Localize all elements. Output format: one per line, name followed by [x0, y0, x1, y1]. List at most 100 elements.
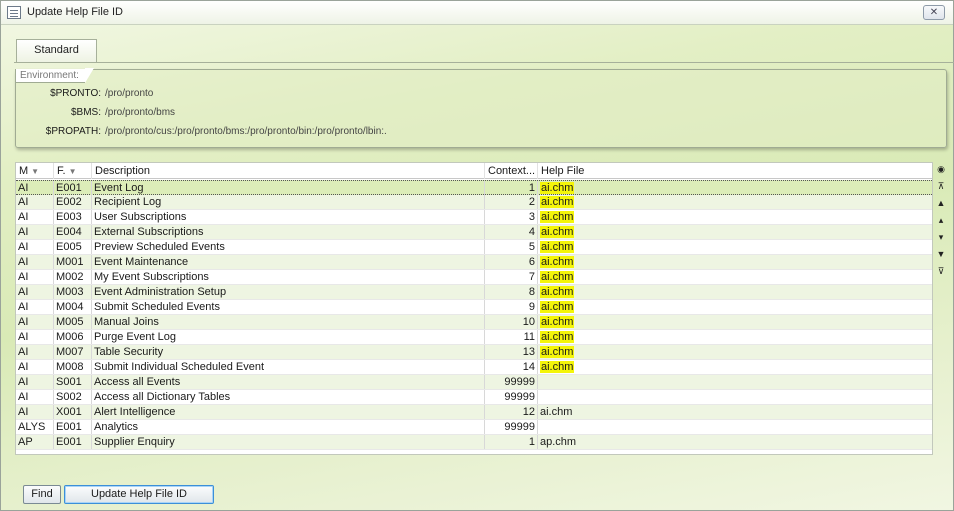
- function-cell[interactable]: S002: [54, 390, 92, 404]
- context-cell[interactable]: 10: [485, 315, 538, 329]
- module-cell[interactable]: AI: [16, 240, 54, 254]
- context-cell[interactable]: 3: [485, 210, 538, 224]
- function-cell[interactable]: M007: [54, 345, 92, 359]
- line-down-icon[interactable]: ▾: [934, 230, 948, 245]
- context-cell[interactable]: 12: [485, 405, 538, 419]
- context-cell[interactable]: 5: [485, 240, 538, 254]
- help-file-cell[interactable]: ai.chm: [538, 330, 932, 344]
- description-cell[interactable]: Supplier Enquiry: [92, 435, 485, 449]
- module-cell[interactable]: AI: [16, 195, 54, 209]
- function-cell[interactable]: M006: [54, 330, 92, 344]
- tab-standard[interactable]: Standard: [16, 39, 97, 62]
- module-cell[interactable]: AI: [16, 285, 54, 299]
- table-row[interactable]: AI E003 User Subscriptions 3 ai.chm: [16, 210, 932, 225]
- table-row[interactable]: AI M008 Submit Individual Scheduled Event 1…: [16, 360, 932, 375]
- description-cell[interactable]: Preview Scheduled Events: [92, 240, 485, 254]
- context-cell[interactable]: 99999: [485, 390, 538, 404]
- help-file-cell[interactable]: [538, 375, 932, 389]
- function-cell[interactable]: X001: [54, 405, 92, 419]
- function-cell[interactable]: E001: [54, 181, 92, 195]
- function-cell[interactable]: M005: [54, 315, 92, 329]
- description-cell[interactable]: Purge Event Log: [92, 330, 485, 344]
- module-cell[interactable]: AI: [16, 330, 54, 344]
- description-cell[interactable]: User Subscriptions: [92, 210, 485, 224]
- page-down-icon[interactable]: ▼: [934, 247, 948, 262]
- description-cell[interactable]: Manual Joins: [92, 315, 485, 329]
- table-row[interactable]: AI E001 Event Log 1 ai.chm: [16, 180, 932, 195]
- line-up-icon[interactable]: ▴: [934, 213, 948, 228]
- description-cell[interactable]: Submit Scheduled Events: [92, 300, 485, 314]
- module-cell[interactable]: AI: [16, 181, 54, 195]
- function-cell[interactable]: E004: [54, 225, 92, 239]
- module-cell[interactable]: AP: [16, 435, 54, 449]
- help-file-cell[interactable]: ai.chm: [538, 345, 932, 359]
- help-file-cell[interactable]: [538, 420, 932, 434]
- column-header-function[interactable]: F. ▼: [54, 163, 92, 179]
- description-cell[interactable]: Table Security: [92, 345, 485, 359]
- help-file-cell[interactable]: ap.chm: [538, 435, 932, 449]
- help-file-cell[interactable]: ai.chm: [538, 225, 932, 239]
- help-file-cell[interactable]: [538, 390, 932, 404]
- help-file-cell[interactable]: ai.chm: [538, 270, 932, 284]
- function-cell[interactable]: M003: [54, 285, 92, 299]
- table-row[interactable]: ALYS E001 Analytics 99999: [16, 420, 932, 435]
- context-cell[interactable]: 11: [485, 330, 538, 344]
- function-cell[interactable]: E001: [54, 435, 92, 449]
- function-cell[interactable]: E001: [54, 420, 92, 434]
- column-header-module[interactable]: M ▼: [16, 163, 54, 179]
- help-file-cell[interactable]: ai.chm: [538, 255, 932, 269]
- table-row[interactable]: AI M004 Submit Scheduled Events 9 ai.chm: [16, 300, 932, 315]
- help-file-cell[interactable]: ai.chm: [538, 315, 932, 329]
- context-cell[interactable]: 2: [485, 195, 538, 209]
- context-cell[interactable]: 99999: [485, 420, 538, 434]
- table-row[interactable]: AI E002 Recipient Log 2 ai.chm: [16, 195, 932, 210]
- table-row[interactable]: AI M003 Event Administration Setup 8 ai.chm: [16, 285, 932, 300]
- column-header-context[interactable]: Context...: [485, 163, 538, 179]
- module-cell[interactable]: AI: [16, 345, 54, 359]
- column-header-help-file[interactable]: Help File: [538, 163, 932, 179]
- module-cell[interactable]: AI: [16, 360, 54, 374]
- description-cell[interactable]: Event Administration Setup: [92, 285, 485, 299]
- find-button[interactable]: Find: [23, 485, 61, 504]
- context-cell[interactable]: 7: [485, 270, 538, 284]
- module-cell[interactable]: AI: [16, 405, 54, 419]
- function-cell[interactable]: E005: [54, 240, 92, 254]
- table-row[interactable]: AI E004 External Subscriptions 4 ai.chm: [16, 225, 932, 240]
- description-cell[interactable]: Submit Individual Scheduled Event: [92, 360, 485, 374]
- table-row[interactable]: AI M006 Purge Event Log 11 ai.chm: [16, 330, 932, 345]
- description-cell[interactable]: Access all Events: [92, 375, 485, 389]
- function-cell[interactable]: E002: [54, 195, 92, 209]
- description-cell[interactable]: Recipient Log: [92, 195, 485, 209]
- module-cell[interactable]: AI: [16, 255, 54, 269]
- table-row[interactable]: AI E005 Preview Scheduled Events 5 ai.chm: [16, 240, 932, 255]
- description-cell[interactable]: Event Maintenance: [92, 255, 485, 269]
- help-file-cell[interactable]: ai.chm: [538, 195, 932, 209]
- update-help-file-id-button[interactable]: Update Help File ID: [64, 485, 214, 504]
- table-row[interactable]: AI M007 Table Security 13 ai.chm: [16, 345, 932, 360]
- table-row[interactable]: AP E001 Supplier Enquiry 1 ap.chm: [16, 435, 932, 450]
- column-header-description[interactable]: Description: [92, 163, 485, 179]
- table-row[interactable]: AI M005 Manual Joins 10 ai.chm: [16, 315, 932, 330]
- function-cell[interactable]: M008: [54, 360, 92, 374]
- function-cell[interactable]: M004: [54, 300, 92, 314]
- context-cell[interactable]: 6: [485, 255, 538, 269]
- context-cell[interactable]: 1: [485, 435, 538, 449]
- description-cell[interactable]: Access all Dictionary Tables: [92, 390, 485, 404]
- help-file-cell[interactable]: ai.chm: [538, 210, 932, 224]
- context-cell[interactable]: 4: [485, 225, 538, 239]
- table-row[interactable]: AI S002 Access all Dictionary Tables 99999: [16, 390, 932, 405]
- description-cell[interactable]: Alert Intelligence: [92, 405, 485, 419]
- close-button[interactable]: ✕: [923, 5, 945, 20]
- context-cell[interactable]: 1: [485, 181, 538, 195]
- scroll-top-icon[interactable]: ⊼: [934, 179, 948, 194]
- help-file-cell[interactable]: ai.chm: [538, 240, 932, 254]
- module-cell[interactable]: AI: [16, 315, 54, 329]
- help-file-cell[interactable]: ai.chm: [538, 405, 932, 419]
- module-cell[interactable]: AI: [16, 300, 54, 314]
- context-cell[interactable]: 8: [485, 285, 538, 299]
- help-file-cell[interactable]: ai.chm: [538, 300, 932, 314]
- context-cell[interactable]: 99999: [485, 375, 538, 389]
- module-cell[interactable]: AI: [16, 270, 54, 284]
- context-cell[interactable]: 14: [485, 360, 538, 374]
- function-cell[interactable]: M001: [54, 255, 92, 269]
